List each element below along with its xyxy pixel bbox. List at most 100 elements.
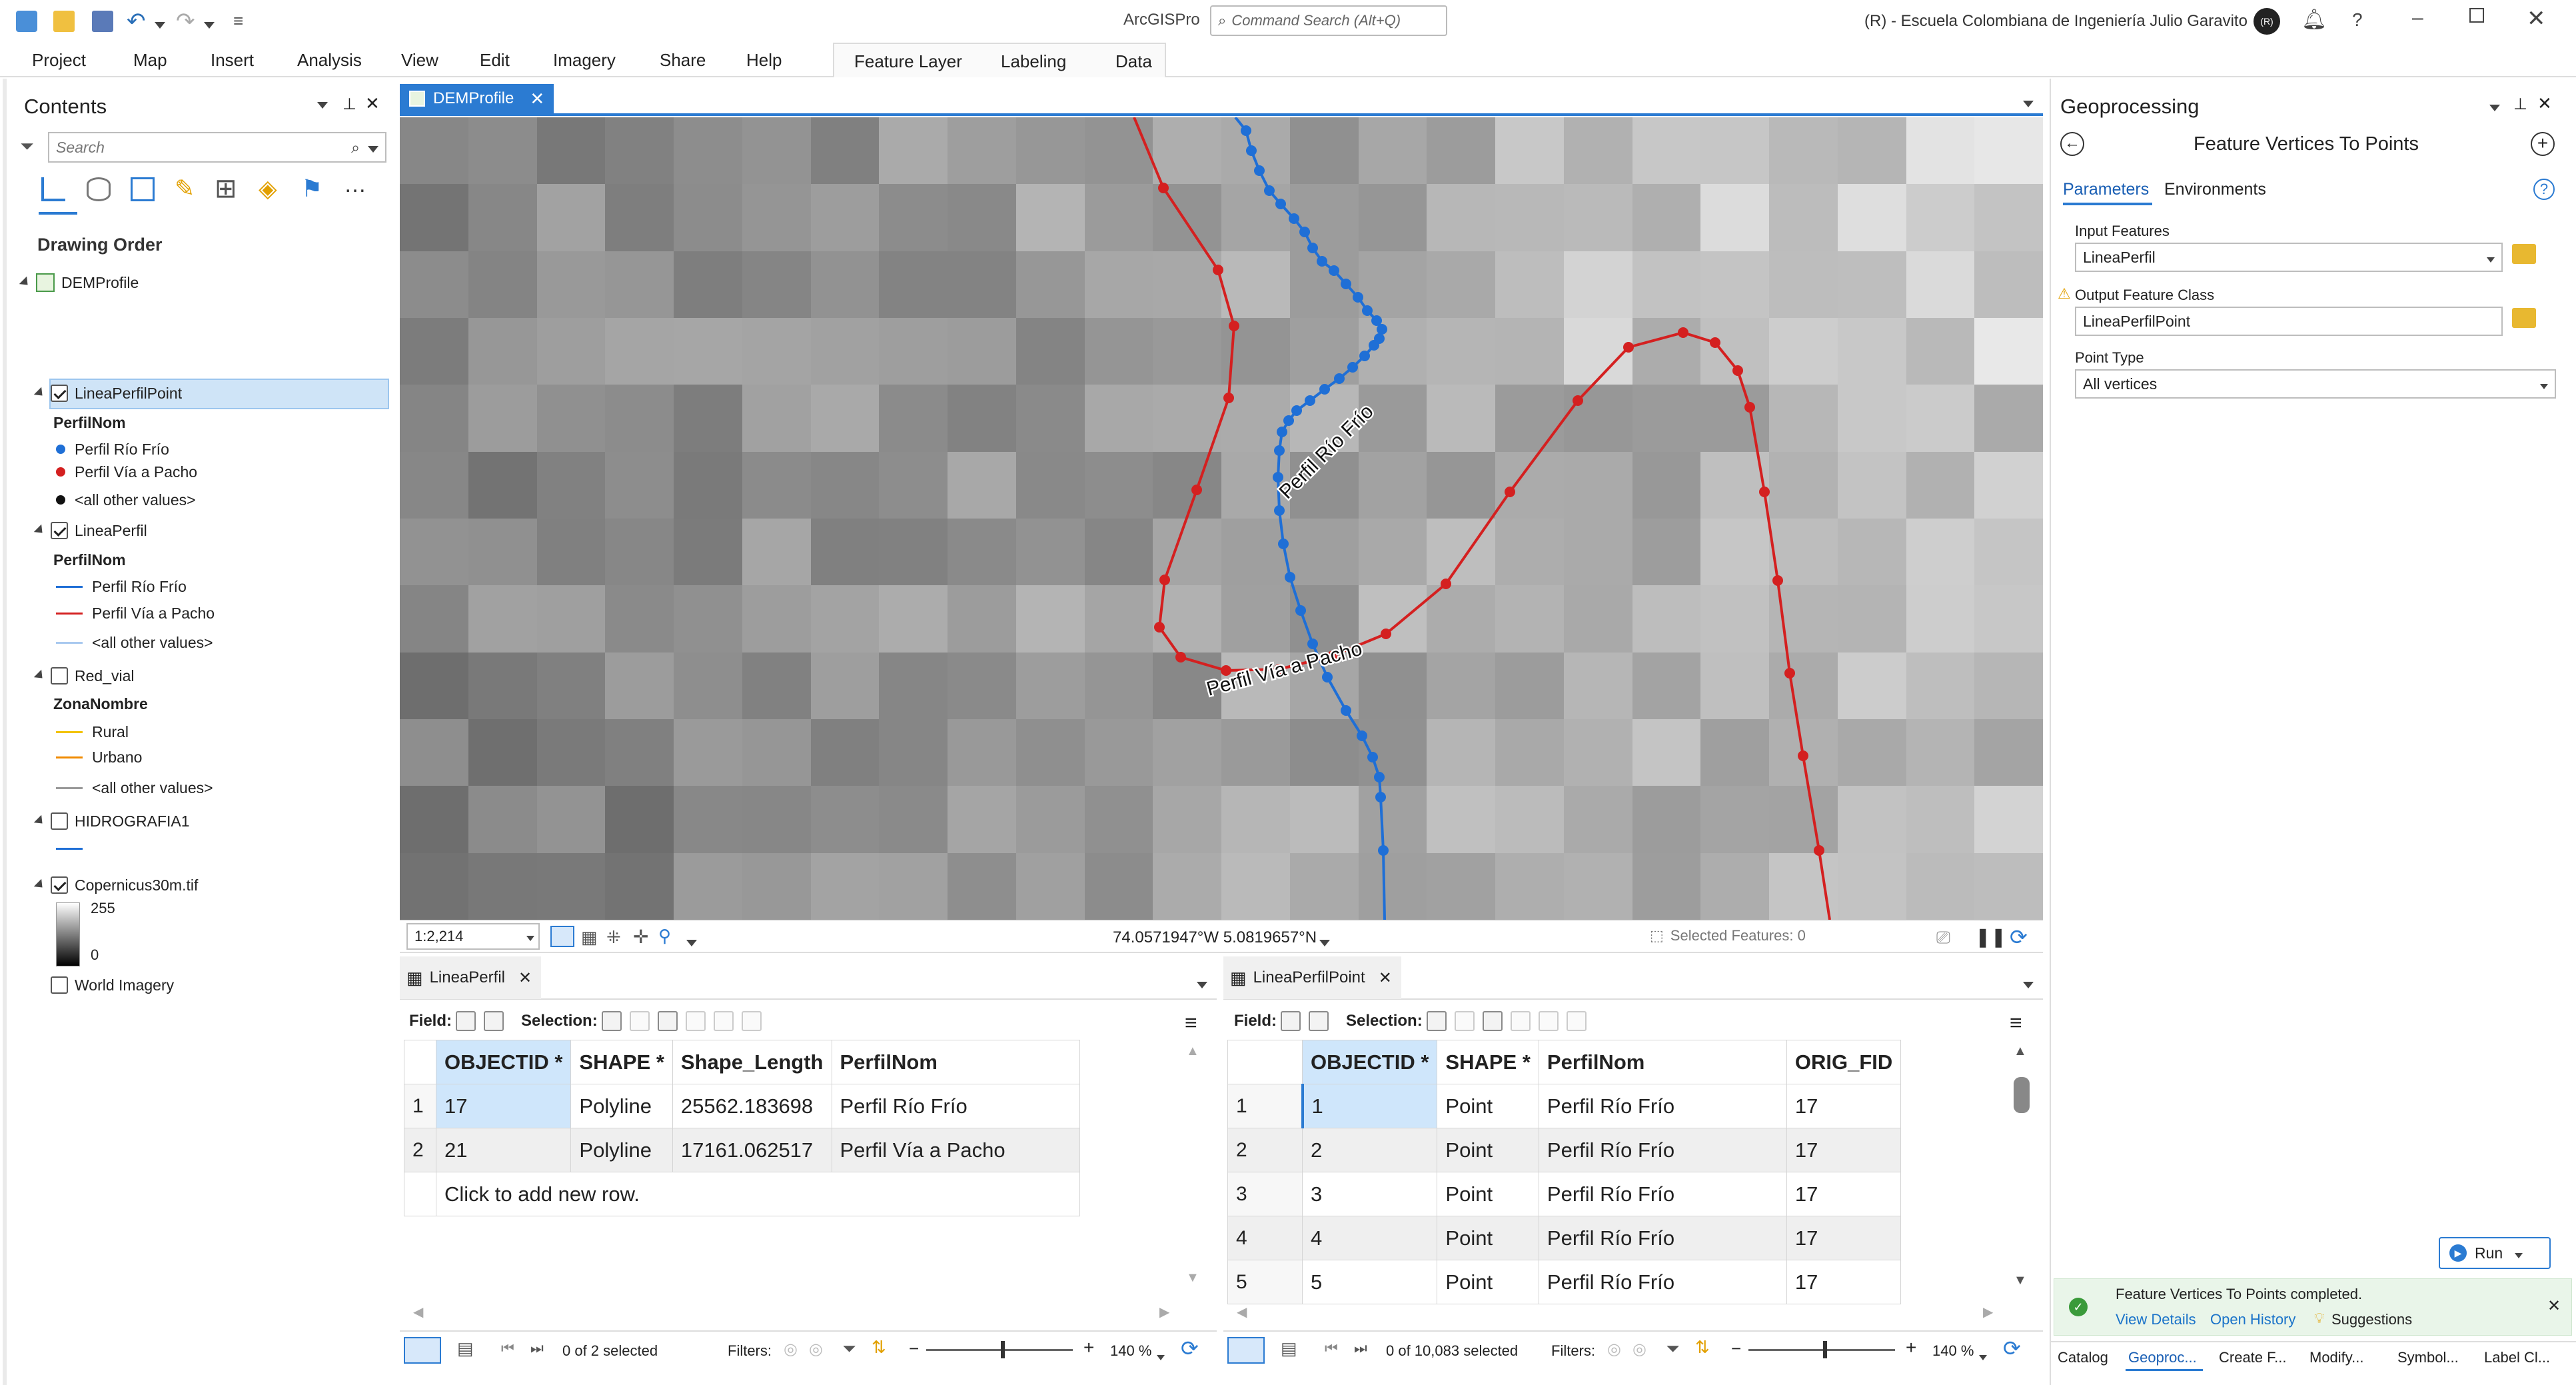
river-vertex-point[interactable]	[1299, 227, 1310, 237]
column-header[interactable]: OBJECTID *	[1301, 1040, 1438, 1084]
list-by-selection-icon[interactable]	[131, 177, 155, 201]
table-menu-icon[interactable]: ≡	[1185, 1010, 1197, 1035]
list-by-drawing-order-icon[interactable]	[41, 177, 65, 201]
grid-icon[interactable]: ▦	[581, 927, 598, 948]
input-features-combo[interactable]: LineaPerfil	[2075, 243, 2503, 272]
column-header[interactable]: ORIG_FID	[1786, 1040, 1902, 1084]
tab-label-class[interactable]: Label Cl...	[2484, 1349, 2550, 1366]
tab-feature-layer[interactable]: Feature Layer	[849, 48, 967, 75]
clear-selection-icon[interactable]	[1510, 1011, 1531, 1031]
close-pane-icon[interactable]: ✕	[2537, 93, 2552, 114]
calculate-field-icon[interactable]	[1309, 1011, 1329, 1031]
zoom-level[interactable]: 140 %	[1932, 1342, 1974, 1360]
corner-cell[interactable]	[1227, 1040, 1303, 1084]
filter-query-icon[interactable]: ⏷	[1666, 1338, 1680, 1360]
scroll-right-icon[interactable]: ▶	[1159, 1304, 1169, 1320]
cell[interactable]: Perfil Río Frío	[1538, 1172, 1787, 1216]
layer-copernicus[interactable]: Copernicus30m.tif	[33, 872, 198, 898]
legend-item[interactable]: <all other values>	[56, 774, 213, 801]
river-vertex-point[interactable]	[1347, 362, 1358, 373]
river-vertex-point[interactable]	[1359, 351, 1370, 361]
browse-folder-icon[interactable]	[2512, 308, 2536, 328]
cell[interactable]: 5	[1301, 1260, 1438, 1304]
zoom-slider-track[interactable]	[1748, 1349, 1895, 1351]
road-vertex-point[interactable]	[1573, 395, 1583, 406]
road-vertex-point[interactable]	[1772, 575, 1783, 586]
switch-selection-icon[interactable]	[1482, 1011, 1503, 1031]
layer-hidrografia1[interactable]: HIDROGRAFIA1	[33, 808, 190, 834]
tab-modify-features[interactable]: Modify...	[2309, 1349, 2364, 1366]
tab-view[interactable]: View	[396, 47, 444, 73]
cell[interactable]: 17	[1786, 1260, 1902, 1304]
cell[interactable]: 2	[1301, 1128, 1438, 1172]
layer-visibility-checkbox[interactable]	[51, 667, 68, 685]
maximize-icon[interactable]	[2469, 8, 2484, 23]
tab-list-icon[interactable]	[2023, 974, 2034, 993]
river-vertex-point[interactable]	[1274, 445, 1285, 456]
column-header[interactable]: PerfilNom	[831, 1040, 1080, 1084]
row-number[interactable]: 4	[1227, 1216, 1303, 1260]
road-vertex-point[interactable]	[1441, 579, 1451, 589]
collapse-icon[interactable]	[33, 814, 47, 828]
layer-visibility-checkbox[interactable]	[51, 812, 68, 830]
open-history-link[interactable]: Open History	[2210, 1311, 2295, 1328]
back-icon[interactable]: ←	[2060, 132, 2084, 156]
zoom-dropdown-icon[interactable]	[1157, 1346, 1165, 1365]
output-class-input[interactable]: LineaPerfilPoint	[2075, 307, 2503, 336]
column-header[interactable]: SHAPE *	[1437, 1040, 1539, 1084]
last-record-icon[interactable]: ⏭	[1354, 1340, 1367, 1357]
collapse-icon[interactable]	[33, 669, 47, 683]
zoom-to-selection-icon[interactable]	[1454, 1011, 1475, 1031]
river-vertex-point[interactable]	[1367, 752, 1378, 762]
show-selected-icon[interactable]: ▤	[457, 1338, 474, 1359]
undo-dropdown-icon[interactable]	[155, 15, 165, 33]
first-record-icon[interactable]: ⏮	[1325, 1340, 1338, 1357]
close-tab-icon[interactable]: ✕	[518, 968, 532, 988]
river-vertex-point[interactable]	[1241, 125, 1251, 136]
help-icon[interactable]: ?	[2352, 9, 2363, 31]
legend-item[interactable]: Rural	[56, 718, 129, 745]
cell[interactable]: Point	[1437, 1172, 1539, 1216]
layer-world-imagery[interactable]: World Imagery	[51, 972, 174, 998]
minimize-icon[interactable]: –	[2412, 7, 2423, 29]
cell[interactable]: 3	[1301, 1172, 1438, 1216]
road-vertex-point[interactable]	[1175, 652, 1186, 663]
row-number[interactable]: 1	[404, 1084, 436, 1128]
river-vertex-point[interactable]	[1274, 505, 1285, 516]
switch-selection-icon[interactable]	[657, 1011, 678, 1031]
cell[interactable]: 4	[1301, 1216, 1438, 1260]
cell[interactable]: Perfil Río Frío	[831, 1084, 1080, 1128]
table-row[interactable]: 2 21 Polyline 17161.062517 Perfil Vía a …	[404, 1128, 1080, 1172]
vertical-scrollbar-thumb[interactable]	[2014, 1077, 2030, 1113]
contents-search-input[interactable]: Search ⌕	[48, 132, 386, 163]
river-vertex-point[interactable]	[1254, 165, 1265, 176]
scroll-up-icon[interactable]: ▲	[1186, 1044, 1199, 1059]
river-vertex-point[interactable]	[1275, 199, 1286, 209]
notifications-icon[interactable]: 🔔︎	[2301, 8, 2327, 31]
first-record-icon[interactable]: ⏮	[501, 1340, 514, 1357]
tab-symbology[interactable]: Symbol...	[2397, 1349, 2459, 1366]
tool-help-icon[interactable]: ?	[2533, 179, 2555, 200]
road-vertex-point[interactable]	[1732, 365, 1743, 376]
river-vertex-point[interactable]	[1291, 405, 1302, 416]
fixed-scale-icon[interactable]	[550, 926, 574, 947]
river-vertex-point[interactable]	[1277, 427, 1287, 437]
cell[interactable]: Polyline	[570, 1128, 673, 1172]
column-header[interactable]: Shape_Length	[672, 1040, 832, 1084]
table-row[interactable]: 3 3 Point Perfil Río Frío 17	[1227, 1172, 1902, 1216]
zoom-slider-track[interactable]	[926, 1349, 1073, 1351]
tab-lineaperfilpoint[interactable]: ▦ LineaPerfilPoint ✕	[1223, 956, 1401, 999]
legend-item[interactable]: Urbano	[56, 744, 142, 770]
pane-menu-icon[interactable]	[2489, 97, 2500, 116]
row-number[interactable]: 2	[1227, 1128, 1303, 1172]
river-vertex-point[interactable]	[1307, 243, 1318, 253]
cell[interactable]: Perfil Río Frío	[1538, 1216, 1787, 1260]
river-vertex-point[interactable]	[1362, 305, 1373, 316]
river-profile-line[interactable]	[1234, 117, 1386, 920]
add-row[interactable]: Click to add new row.	[404, 1172, 1080, 1216]
tab-parameters[interactable]: Parameters	[2063, 180, 2149, 199]
road-vertex-point[interactable]	[1381, 629, 1391, 639]
tab-map[interactable]: Map	[128, 47, 173, 73]
scroll-down-icon[interactable]: ▼	[1186, 1270, 1199, 1286]
sort-icon[interactable]: ⇅	[872, 1337, 886, 1358]
